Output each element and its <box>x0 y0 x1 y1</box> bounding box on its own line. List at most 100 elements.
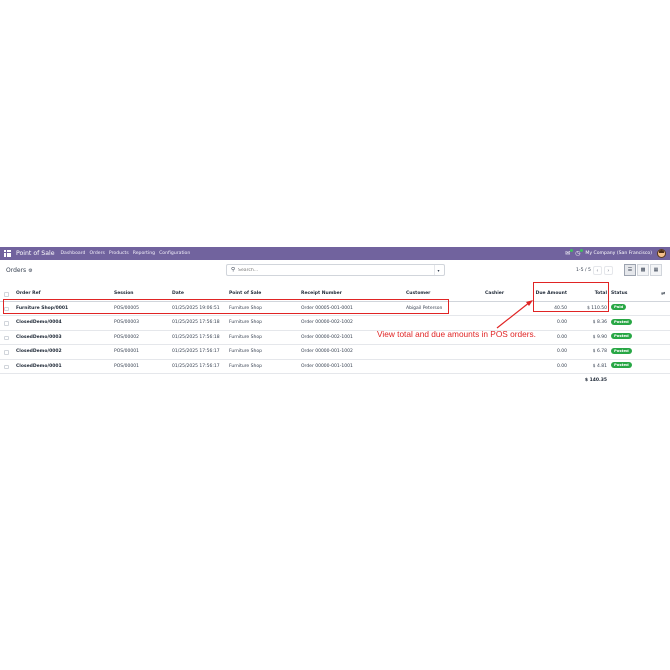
avatar[interactable] <box>657 249 666 258</box>
top-navbar: Point of Sale Dashboard Orders Products … <box>0 247 670 260</box>
page-title: Orders <box>6 267 27 274</box>
cell-order-ref: ClosedDemo/0004 <box>16 320 62 325</box>
chat-icon[interactable]: ✉ <box>565 248 574 257</box>
cell-status: Posted <box>611 316 632 330</box>
cell-total: $ 6.78 <box>592 349 607 354</box>
menu-reporting[interactable]: Reporting <box>133 251 155 256</box>
apps-grid-icon[interactable] <box>4 250 11 257</box>
cell-status: Paid <box>611 302 627 316</box>
table-footer: $ 140.35 <box>0 374 670 388</box>
col-cashier[interactable]: Cashier <box>485 287 504 301</box>
row-checkbox[interactable] <box>4 321 9 326</box>
pager-next-icon[interactable]: › <box>603 266 613 275</box>
col-date[interactable]: Date <box>172 287 184 301</box>
menu-configuration[interactable]: Configuration <box>159 251 190 256</box>
col-order-ref[interactable]: Order Ref <box>16 287 41 301</box>
row-checkbox[interactable] <box>4 306 9 311</box>
kanban-view-icon[interactable]: ▩ <box>637 264 649 276</box>
annotation-caption: View total and due amounts in POS orders… <box>377 329 536 339</box>
cell-receipt-number: Order 00000-002-1001 <box>301 334 353 340</box>
cell-receipt-number: Order 00000-002-1002 <box>301 320 353 325</box>
col-total[interactable]: Total <box>570 287 607 301</box>
navbar-systray: ✉ ◷ My Company (San Francisco) <box>565 248 666 258</box>
cell-point-of-sale: Furniture Shop <box>229 334 262 340</box>
cell-customer: Abigail Peterson <box>406 305 443 311</box>
orders-table: Order Ref Session Date Point of Sale Rec… <box>0 287 670 388</box>
col-receipt-number[interactable]: Receipt Number <box>301 287 342 301</box>
company-switcher[interactable]: My Company (San Francisco) <box>585 251 652 256</box>
status-badge: Paid <box>611 304 627 310</box>
cell-total: $ 4.81 <box>592 363 607 369</box>
status-badge: Posted <box>611 362 632 368</box>
cell-date: 01/25/2025 19:06:51 <box>172 305 220 311</box>
table-row[interactable]: ClosedDemo/0002 POS/00001 01/25/2025 17:… <box>0 345 670 360</box>
cell-receipt-number: Order 00005-001-0001 <box>301 305 353 311</box>
menu-orders[interactable]: Orders <box>89 251 104 256</box>
cell-point-of-sale: Furniture Shop <box>229 363 262 369</box>
search-icon: ⚲ <box>231 267 236 273</box>
app-name[interactable]: Point of Sale <box>16 250 55 257</box>
status-badge: Posted <box>611 347 632 354</box>
control-panel: Orders ⚙ ⚲ ▾ 1-5 / 5 ‹ › ☰ ▩ ▦ <box>0 260 670 281</box>
cell-due-amount: 40.50 <box>554 305 567 311</box>
pos-orders-window: Point of Sale Dashboard Orders Products … <box>0 247 670 423</box>
cell-order-ref: ClosedDemo/0002 <box>16 349 62 354</box>
cell-receipt-number: Order 00000-001-1001 <box>301 363 353 369</box>
cell-status: Posted <box>611 345 632 359</box>
cell-total: $ 9.90 <box>592 334 607 340</box>
cell-session: POS/00005 <box>114 305 139 311</box>
view-switcher: ☰ ▩ ▦ <box>624 264 662 276</box>
chat-badge <box>569 248 574 252</box>
activity-badge <box>579 248 584 252</box>
status-badge: Posted <box>611 318 632 325</box>
cell-due-amount: 0.00 <box>556 320 567 325</box>
cell-order-ref: Furniture Shop/0001 <box>16 305 69 311</box>
table-row[interactable]: ClosedDemo/0004 POS/00003 01/25/2025 17:… <box>0 316 670 331</box>
pager: 1-5 / 5 ‹ › <box>576 266 613 275</box>
row-checkbox[interactable] <box>4 335 9 340</box>
cell-session: POS/00002 <box>114 334 139 340</box>
col-point-of-sale[interactable]: Point of Sale <box>229 287 261 301</box>
cell-point-of-sale: Furniture Shop <box>229 320 262 325</box>
cell-due-amount: 0.00 <box>556 363 567 369</box>
activity-icon[interactable]: ◷ <box>575 248 584 257</box>
cell-date: 01/25/2025 17:56:17 <box>172 349 220 354</box>
gear-icon[interactable]: ⚙ <box>28 268 32 274</box>
table-row[interactable]: ClosedDemo/0003 POS/00002 01/25/2025 17:… <box>0 331 670 345</box>
cell-point-of-sale: Furniture Shop <box>229 305 262 311</box>
pager-prev-icon[interactable]: ‹ <box>592 266 602 275</box>
cell-session: POS/00003 <box>114 320 139 325</box>
cell-date: 01/25/2025 17:56:17 <box>172 363 220 369</box>
cell-session: POS/00001 <box>114 363 139 369</box>
list-view-icon[interactable]: ☰ <box>624 264 636 276</box>
row-checkbox[interactable] <box>4 364 9 369</box>
cell-date: 01/25/2025 17:56:18 <box>172 320 220 325</box>
pager-value[interactable]: 1-5 / 5 <box>576 268 591 273</box>
cell-point-of-sale: Furniture Shop <box>229 349 262 354</box>
col-customer[interactable]: Customer <box>406 287 430 301</box>
col-due-amount[interactable]: Due Amount <box>530 287 567 301</box>
select-all-checkbox[interactable] <box>4 292 9 297</box>
total-sum: $ 140.35 <box>584 378 607 383</box>
chevron-down-icon[interactable]: ▾ <box>434 265 442 275</box>
row-checkbox[interactable] <box>4 350 9 355</box>
status-badge: Posted <box>611 333 632 339</box>
menu-dashboard[interactable]: Dashboard <box>61 251 86 256</box>
cell-total: $ 110.50 <box>586 305 607 311</box>
cell-status: Posted <box>611 331 632 345</box>
cell-receipt-number: Order 00000-001-1002 <box>301 349 353 354</box>
cell-order-ref: ClosedDemo/0001 <box>16 363 62 369</box>
table-row[interactable]: Furniture Shop/0001 POS/00005 01/25/2025… <box>0 302 670 316</box>
cell-due-amount: 0.00 <box>556 349 567 354</box>
table-row[interactable]: ClosedDemo/0001 POS/00001 01/25/2025 17:… <box>0 360 670 374</box>
col-status[interactable]: Status <box>611 287 627 301</box>
optional-columns-icon[interactable]: ⇌ <box>661 287 665 301</box>
table-header: Order Ref Session Date Point of Sale Rec… <box>0 287 670 302</box>
grid-view-icon[interactable]: ▦ <box>650 264 662 276</box>
col-session[interactable]: Session <box>114 287 134 301</box>
cell-session: POS/00001 <box>114 349 139 354</box>
menu-products[interactable]: Products <box>109 251 129 256</box>
search-bar: ⚲ ▾ <box>226 264 445 276</box>
cell-order-ref: ClosedDemo/0003 <box>16 334 62 340</box>
search-input[interactable] <box>238 267 419 273</box>
